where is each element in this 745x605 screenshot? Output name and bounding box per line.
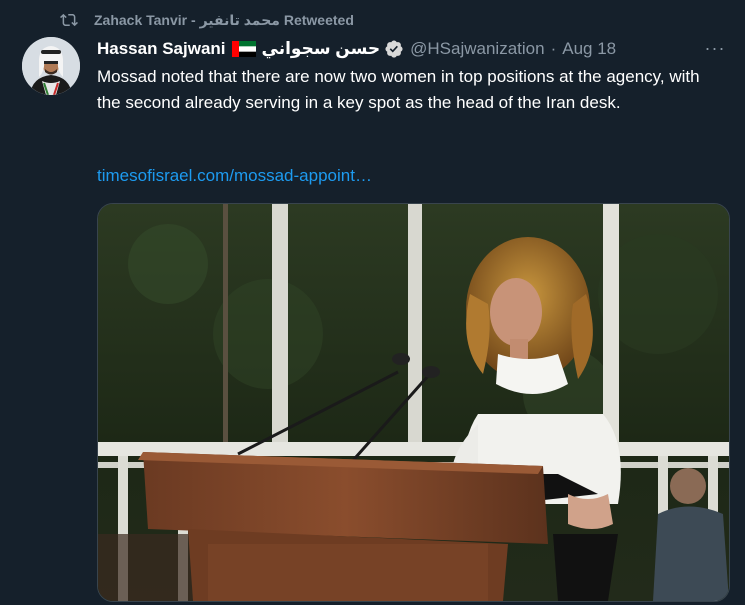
user-handle[interactable]: @HSajwanization xyxy=(410,39,544,59)
tweet-header: Hassan Sajwani حسن سجواني @HSajwanizatio… xyxy=(97,38,725,60)
uae-flag-icon xyxy=(231,41,256,57)
avatar[interactable] xyxy=(22,37,80,95)
retweet-icon xyxy=(60,13,78,27)
tweet-date[interactable]: Aug 18 xyxy=(562,39,616,59)
tweet-link[interactable]: timesofisrael.com/mossad-appoint… xyxy=(97,164,372,188)
retweet-context: Zahack Tanvir - محمد تانفير Retweeted xyxy=(60,10,354,30)
tweet-photo[interactable] xyxy=(97,203,730,602)
display-name[interactable]: Hassan Sajwani xyxy=(97,39,226,59)
more-options-button[interactable]: ··· xyxy=(703,38,727,58)
verified-badge-icon xyxy=(385,40,403,58)
retweet-label[interactable]: Zahack Tanvir - محمد تانفير Retweeted xyxy=(94,12,354,29)
photo-podium-speaker xyxy=(98,204,729,601)
tweet-text: Mossad noted that there are now two wome… xyxy=(97,67,700,112)
separator-dot: · xyxy=(550,39,557,58)
retweeter-name[interactable]: Zahack Tanvir - محمد تانفير xyxy=(94,12,280,28)
retweet-suffix: Retweeted xyxy=(283,11,354,28)
arabic-display-name[interactable]: حسن سجواني xyxy=(262,39,381,59)
more-icon: ··· xyxy=(704,38,726,58)
